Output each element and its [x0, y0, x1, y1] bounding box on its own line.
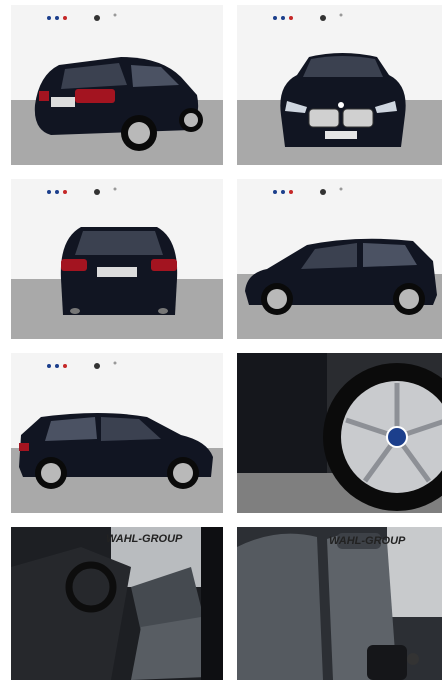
photo-interior-cockpit[interactable]: WAHL-GROUP — [11, 527, 223, 680]
photo-gallery: WAHL-GROUP WAHL-GROUP — [0, 0, 442, 680]
interior-seats-image — [237, 527, 442, 680]
interior-cockpit-image — [11, 527, 223, 680]
car-side-left-image — [11, 353, 223, 513]
photo-wheel-closeup[interactable] — [237, 353, 442, 513]
car-rear-image — [11, 179, 223, 339]
photo-side[interactable] — [237, 179, 442, 339]
photo-interior-seats[interactable]: WAHL-GROUP — [237, 527, 442, 680]
car-side-image — [237, 179, 442, 339]
dealer-watermark: WAHL-GROUP — [106, 533, 183, 545]
wheel-closeup-image — [237, 353, 442, 513]
dealer-watermark: WAHL-GROUP — [329, 535, 406, 547]
photo-rear[interactable] — [11, 179, 223, 339]
photo-rear-three-quarter[interactable] — [11, 5, 223, 165]
car-rear-three-quarter-image — [11, 5, 223, 165]
brand-logo-icon — [386, 426, 408, 448]
car-front-image — [237, 5, 442, 165]
photo-side-left[interactable] — [11, 353, 223, 513]
photo-front[interactable] — [237, 5, 442, 165]
